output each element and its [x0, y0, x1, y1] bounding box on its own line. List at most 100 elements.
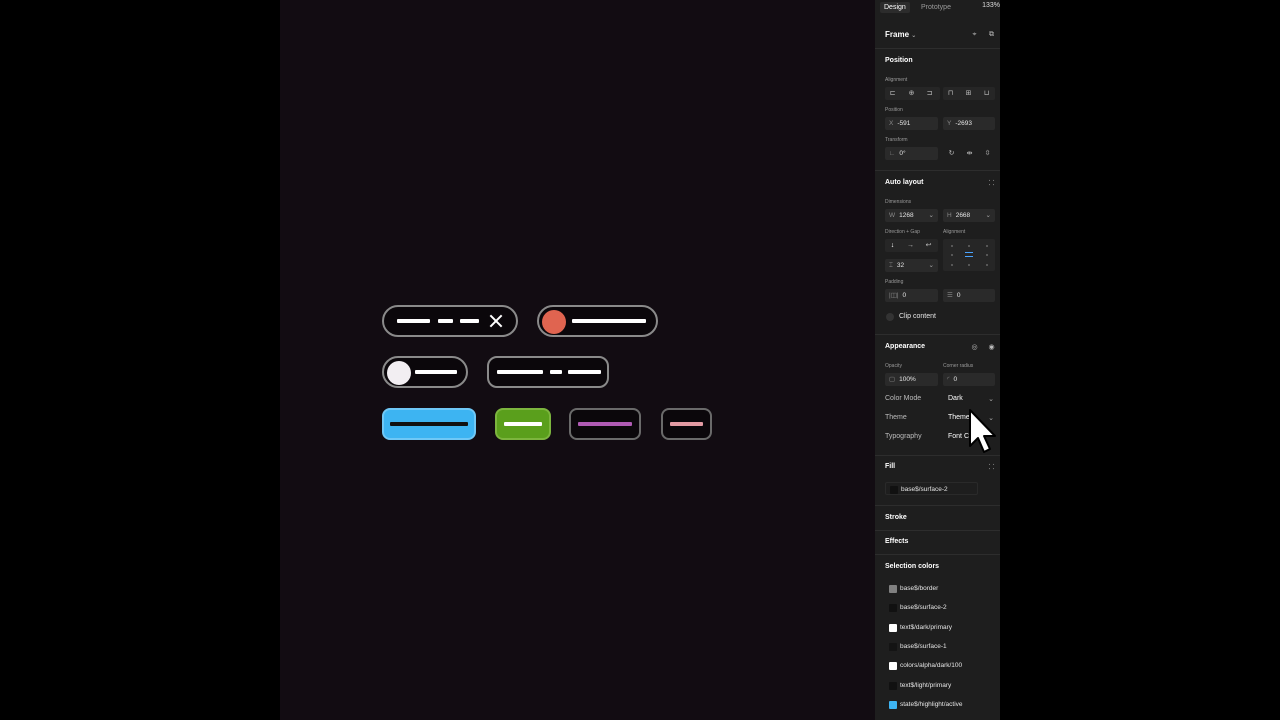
placeholder-text-bar	[438, 319, 453, 323]
opacity-value: 100%	[899, 376, 916, 383]
chip-with-white-avatar[interactable]	[382, 356, 468, 388]
effects-header[interactable]: Effects	[885, 538, 908, 545]
vertical-padding-field[interactable]: ☰ 0	[943, 289, 995, 302]
placeholder-text-bar	[550, 370, 562, 374]
selection-color-row[interactable]: state$/highlight/active	[885, 698, 978, 711]
color-mode-select[interactable]: Dark ⌄	[948, 395, 994, 403]
tab-design[interactable]: Design	[880, 2, 910, 13]
align-top-icon[interactable]: ⊓	[946, 89, 955, 98]
dimensions-label: Dimensions	[885, 199, 912, 205]
alignment-grid[interactable]	[943, 239, 995, 271]
align-left-icon[interactable]: ⊏	[888, 89, 897, 98]
fill-style-row[interactable]: base$/surface-2	[885, 482, 978, 495]
horizontal-padding-field[interactable]: |◫| 0	[885, 289, 938, 302]
color-swatch	[889, 585, 897, 593]
design-properties-panel: Design Prototype 133% Frame ⌄ ⌖ ⧉ Positi…	[875, 0, 1000, 720]
align-middle-icon[interactable]: ⊞	[964, 89, 973, 98]
rotation-value: 0°	[899, 150, 906, 157]
grid-dot	[968, 264, 970, 266]
corner-radius-icon: ◜	[947, 376, 950, 383]
direction-group: ↓ → ↩	[885, 239, 938, 252]
fill-header: Fill	[885, 463, 896, 470]
opacity-icon: ▢	[889, 376, 896, 383]
wrap-icon[interactable]: ↩	[924, 241, 933, 250]
chip-with-avatar[interactable]	[537, 305, 658, 337]
padding-label: Padding	[885, 279, 904, 285]
selection-color-row[interactable]: base$/surface-2	[885, 601, 978, 614]
grid-dot	[951, 254, 953, 256]
selection-color-row[interactable]: base$/surface-1	[885, 640, 978, 653]
gap-icon: ⌶	[889, 262, 893, 269]
success-green-button[interactable]	[495, 408, 551, 440]
grid-dot	[986, 245, 988, 247]
corner-radius-field[interactable]: ◜ 0	[943, 373, 995, 386]
padding-h-value: 0	[902, 292, 907, 299]
selection-color-row[interactable]: base$/border	[885, 582, 978, 595]
flip-vertical-icon[interactable]: ⇳	[983, 149, 992, 158]
x-prefix: X	[889, 120, 894, 127]
opacity-label: Opacity	[885, 363, 902, 369]
color-swatch	[889, 643, 897, 651]
arrow-right-icon[interactable]: →	[906, 241, 915, 250]
chevron-down-icon: ⌄	[985, 212, 991, 219]
width-field[interactable]: W 1268 ⌄	[885, 209, 938, 222]
mouse-pointer-icon	[969, 409, 996, 453]
alignment-center-icon	[965, 252, 973, 257]
placeholder-text-bar	[397, 319, 430, 323]
height-field[interactable]: H 2668 ⌄	[943, 209, 995, 222]
align-center-h-icon[interactable]: ⊕	[907, 89, 916, 98]
selection-color-row[interactable]: text$/light/primary	[885, 679, 978, 692]
stroke-header[interactable]: Stroke	[885, 514, 907, 521]
h-prefix: H	[947, 212, 952, 219]
styles-grid-icon[interactable]: ⸬	[987, 463, 996, 472]
corner-radius-value: 0	[953, 376, 958, 383]
outline-purple-button[interactable]	[569, 408, 641, 440]
x-position-field[interactable]: X -591	[885, 117, 938, 130]
clip-content-label: Clip content	[899, 313, 936, 320]
chevron-down-icon: ⌄	[988, 396, 994, 403]
placeholder-text-bar	[572, 319, 646, 323]
appearance-header: Appearance	[885, 343, 926, 350]
selection-color-row[interactable]: colors/alpha/dark/100	[885, 659, 978, 672]
typography-label: Typography	[885, 433, 922, 440]
y-position-field[interactable]: Y -2693	[943, 117, 995, 130]
rotation-field[interactable]: ∟ 0°	[885, 147, 938, 160]
flip-horizontal-icon[interactable]: ⇹	[965, 149, 974, 158]
style-icon[interactable]: ◎	[970, 343, 979, 352]
color-swatch	[889, 682, 897, 690]
outline-pink-button[interactable]	[661, 408, 712, 440]
component-icon[interactable]: ⌖	[970, 30, 979, 39]
screen: Design Prototype 133% Frame ⌄ ⌖ ⧉ Positi…	[0, 0, 1280, 720]
close-icon[interactable]	[490, 315, 502, 327]
auto-layout-toggle-icon[interactable]: ⸬	[987, 179, 996, 188]
placeholder-text-bar	[415, 370, 457, 374]
horizontal-padding-icon: |◫|	[889, 292, 899, 299]
selection-color-row[interactable]: text$/dark/primary	[885, 621, 978, 634]
fill-swatch	[890, 486, 898, 494]
color-swatch	[889, 701, 897, 709]
arrow-down-icon[interactable]: ↓	[888, 241, 897, 250]
opacity-field[interactable]: ▢ 100%	[885, 373, 938, 386]
selection-color-name: base$/border	[900, 585, 939, 592]
gap-field[interactable]: ⌶ 32 ⌄	[885, 259, 938, 272]
button-label-bar	[390, 422, 468, 426]
placeholder-text-bar	[460, 319, 479, 323]
tab-prototype[interactable]: Prototype	[917, 2, 955, 13]
clip-content-checkbox[interactable]	[886, 313, 894, 321]
align-right-icon[interactable]: ⊐	[925, 89, 934, 98]
frame-selector[interactable]: Frame ⌄	[885, 30, 916, 39]
eye-icon[interactable]: ◉	[987, 343, 996, 352]
rotate-icon[interactable]: ↻	[947, 149, 956, 158]
align-bottom-icon[interactable]: ⊔	[982, 89, 991, 98]
chip-with-close[interactable]	[382, 305, 518, 337]
primary-blue-button[interactable]	[382, 408, 476, 440]
design-canvas[interactable]	[280, 0, 875, 720]
zoom-level[interactable]: 133%	[982, 2, 1000, 9]
height-value: 2668	[955, 212, 971, 219]
y-value: -2693	[955, 120, 972, 127]
vertical-padding-icon: ☰	[947, 292, 953, 299]
vertical-align-group: ⊓ ⊞ ⊔	[943, 87, 995, 100]
chevron-down-icon: ⌄	[911, 33, 917, 39]
copy-icon[interactable]: ⧉	[987, 30, 996, 39]
chip-text[interactable]	[487, 356, 609, 388]
